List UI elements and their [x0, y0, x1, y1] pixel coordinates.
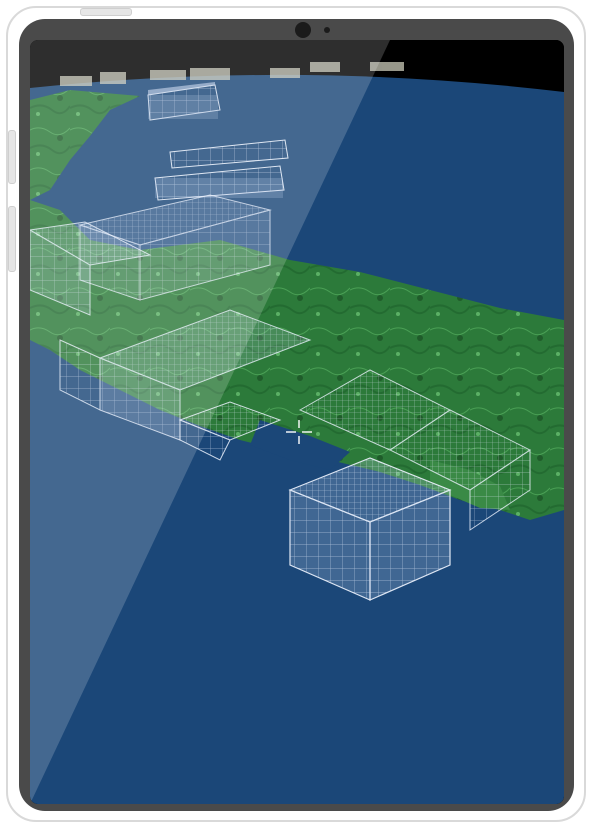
- scene-viewport[interactable]: [30, 40, 564, 804]
- volume-up-button[interactable]: [8, 130, 16, 184]
- light-sensor: [324, 27, 330, 33]
- front-camera: [295, 22, 311, 38]
- power-button[interactable]: [80, 8, 132, 16]
- globe-scene[interactable]: [30, 40, 564, 804]
- volume-down-button[interactable]: [8, 206, 16, 272]
